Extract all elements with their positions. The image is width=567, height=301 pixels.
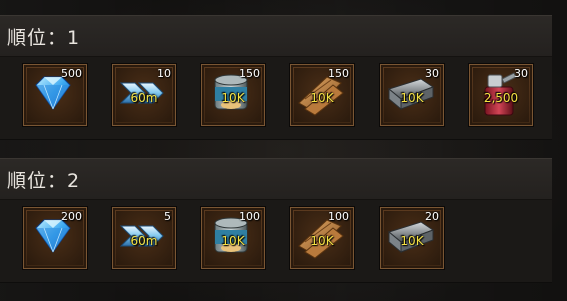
reward-item-iron[interactable]: 20 10K <box>380 207 444 269</box>
rank-header: 順位：2 <box>0 158 552 200</box>
reward-amount: 10K <box>310 91 334 105</box>
reward-item-diamond[interactable]: 500 <box>23 64 87 126</box>
reward-item-speedup[interactable]: 10 60m <box>112 64 176 126</box>
reward-item-wood[interactable]: 150 10K <box>290 64 354 126</box>
reward-count: 10 <box>157 67 171 80</box>
rank-section-1: 順位：1 500 10 60m 150 10K 150 10K 30 10K 3… <box>0 15 552 140</box>
reward-item-iron[interactable]: 30 10K <box>380 64 444 126</box>
reward-count: 20 <box>425 210 439 223</box>
reward-count: 150 <box>328 67 349 80</box>
reward-count: 30 <box>514 67 528 80</box>
reward-item-food[interactable]: 150 10K <box>201 64 265 126</box>
reward-item-wood[interactable]: 100 10K <box>290 207 354 269</box>
reward-count: 30 <box>425 67 439 80</box>
reward-count: 5 <box>164 210 171 223</box>
reward-amount: 10K <box>221 91 245 105</box>
reward-amount: 10K <box>221 234 245 248</box>
reward-count: 100 <box>239 210 260 223</box>
reward-count: 500 <box>61 67 82 80</box>
reward-count: 150 <box>239 67 260 80</box>
rank-section-2: 順位：2 200 5 60m 100 10K 100 10K 20 10K <box>0 158 552 283</box>
reward-count: 100 <box>328 210 349 223</box>
reward-amount: 2,500 <box>483 91 519 105</box>
reward-item-food[interactable]: 100 10K <box>201 207 265 269</box>
reward-amount: 10K <box>310 234 334 248</box>
reward-amount: 10K <box>400 234 424 248</box>
reward-row: 500 10 60m 150 10K 150 10K 30 10K 30 2,5… <box>0 57 552 140</box>
reward-amount: 60m <box>130 91 158 105</box>
rank-title: 順位：1 <box>7 26 81 49</box>
rank-header: 順位：1 <box>0 15 552 57</box>
reward-item-diamond[interactable]: 200 <box>23 207 87 269</box>
reward-amount: 10K <box>400 91 424 105</box>
reward-item-oil[interactable]: 30 2,500 <box>469 64 533 126</box>
reward-amount: 60m <box>130 234 158 248</box>
reward-row: 200 5 60m 100 10K 100 10K 20 10K <box>0 200 552 283</box>
reward-count: 200 <box>61 210 82 223</box>
reward-item-speedup[interactable]: 5 60m <box>112 207 176 269</box>
rank-title: 順位：2 <box>7 169 81 192</box>
